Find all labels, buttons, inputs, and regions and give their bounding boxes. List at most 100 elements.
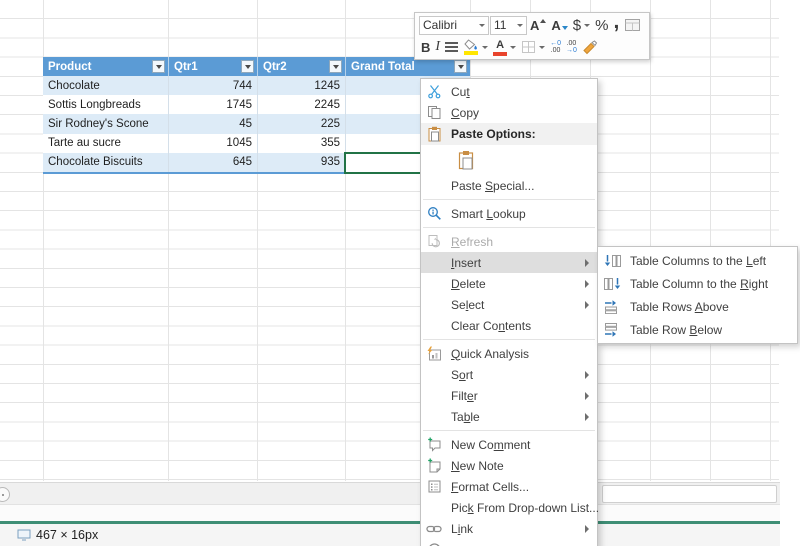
menu-item-clear-contents[interactable]: Clear Contents [421,315,597,336]
table-row-below-icon [598,323,626,337]
accounting-format-button[interactable]: $ [571,15,592,35]
mini-toolbar-row-1: Calibri 11 A A $ % , [419,14,645,36]
table-cell[interactable]: 2245 [257,95,345,114]
submenu-arrow-icon [585,301,589,309]
filter-dropdown-button[interactable] [329,60,342,73]
copy-icon [421,105,447,120]
table-cell[interactable]: Chocolate [43,76,168,95]
center-align-button[interactable] [443,37,460,57]
format-painter-button[interactable] [580,37,600,57]
fill-color-icon [463,39,479,55]
align-lines-icon [445,40,458,54]
increase-decimal-button[interactable]: ←0 .00 [548,37,563,57]
table-row: Sottis Longbreads 1745 2245 [43,95,470,114]
menu-label-paste-options: Paste Options: [421,123,597,145]
bold-button[interactable]: B [419,37,432,57]
gridline [710,0,711,481]
percent-style-button[interactable]: % [593,15,610,35]
format-as-table-icon [624,18,641,32]
menu-item-format-cells[interactable]: Format Cells... [421,476,597,497]
table-cell[interactable]: 1745 [168,95,257,114]
menu-item-new-note[interactable]: New Note [421,455,597,476]
grow-font-icon: A [530,18,539,33]
menu-item-delete[interactable]: Delete [421,273,597,294]
menu-item-filter[interactable]: Filter [421,385,597,406]
table-row: Sir Rodney's Scone 45 225 [43,114,470,133]
menu-separator [423,199,595,200]
menu-item-link[interactable]: Link [421,518,597,539]
font-color-button[interactable]: A [491,37,518,57]
table-cell[interactable]: 645 [168,153,257,172]
shrink-font-button[interactable]: A [549,15,569,35]
fill-color-button[interactable] [461,37,490,57]
decrease-decimal-button[interactable]: .00 →0 [564,37,579,57]
header-cell-qtr2[interactable]: Qtr2 [257,57,345,76]
menu-item-quick-analysis[interactable]: Quick Analysis [421,343,597,364]
table-cell[interactable]: 1045 [168,134,257,153]
comma-style-button[interactable]: , [611,15,621,35]
grow-font-button[interactable]: A [528,15,548,35]
decrease-decimal-icon: .00 →0 [566,40,577,54]
table-cell[interactable]: 744 [168,76,257,95]
scrollbar-left-knob[interactable] [0,487,10,502]
menu-separator [423,339,595,340]
menu-item-new-comment[interactable]: New Comment [421,434,597,455]
monitor-icon [17,529,31,541]
menu-separator [423,430,595,431]
menu-item-refresh: Refresh [421,231,597,252]
paste-icon [457,150,475,170]
submenu-arrow-icon [585,392,589,400]
menu-item-insert[interactable]: Insert [421,252,597,273]
table-columns-left-icon [598,254,626,268]
selection-size-indicator: 467 × 16px [17,528,98,542]
header-cell-qtr1[interactable]: Qtr1 [168,57,257,76]
borders-button[interactable] [519,37,547,57]
table-cell[interactable]: 935 [257,153,345,172]
submenu-item-table-row-below[interactable]: Table Row Below [598,318,797,341]
submenu-item-table-column-right[interactable]: Table Column to the Right [598,272,797,295]
menu-item-cut[interactable]: Cut [421,81,597,102]
table-cell[interactable]: Sir Rodney's Scone [43,114,168,133]
format-as-table-button[interactable] [622,15,643,35]
scrollbar-thumb[interactable] [602,485,777,503]
filter-dropdown-button[interactable] [454,60,467,73]
header-cell-product[interactable]: Product [43,57,168,76]
context-menu: Cut Copy Paste Options: Paste Special...… [420,78,598,546]
header-label: Grand Total [351,61,415,73]
header-label: Qtr1 [174,61,198,73]
italic-button[interactable]: I [433,37,442,57]
table-header-row: Product Qtr1 Qtr2 Grand Total [43,57,470,76]
horizontal-scrollbar[interactable] [0,482,780,505]
submenu-item-table-rows-above[interactable]: Table Rows Above [598,295,797,318]
menu-item-partial [421,539,597,546]
menu-item-paste-special[interactable]: Paste Special... [421,175,597,196]
menu-item-table[interactable]: Table [421,406,597,427]
table-cell[interactable]: 45 [168,114,257,133]
filter-dropdown-button[interactable] [152,60,165,73]
shrink-font-icon: A [551,18,560,33]
mini-toolbar-row-2: B I A [419,36,645,58]
table-row: Chocolate 744 1245 [43,76,470,95]
submenu-item-table-columns-left[interactable]: Table Columns to the Left [598,249,797,272]
submenu-arrow-icon [585,280,589,288]
table-cell[interactable]: Tarte au sucre [43,134,168,153]
menu-item-pick-from-list[interactable]: Pick From Drop-down List... [421,497,597,518]
submenu-arrow-icon [585,259,589,267]
font-size-combo[interactable]: 11 [490,16,527,35]
table-cell[interactable]: 225 [257,114,345,133]
font-name-combo[interactable]: Calibri [419,16,489,35]
table-cell[interactable]: Sottis Longbreads [43,95,168,114]
filter-dropdown-button[interactable] [241,60,254,73]
paste-keep-source-button[interactable] [457,150,475,170]
table-cell[interactable]: Chocolate Biscuits [43,153,168,172]
menu-item-copy[interactable]: Copy [421,102,597,123]
font-size-value: 11 [494,18,506,32]
table-cell[interactable]: 355 [257,134,345,153]
gridline [650,0,651,481]
table-cell[interactable]: 1245 [257,76,345,95]
menu-item-sort[interactable]: Sort [421,364,597,385]
menu-item-smart-lookup[interactable]: Smart Lookup [421,203,597,224]
paste-options-row [421,145,597,175]
format-painter-icon [582,40,598,55]
menu-item-select[interactable]: Select [421,294,597,315]
